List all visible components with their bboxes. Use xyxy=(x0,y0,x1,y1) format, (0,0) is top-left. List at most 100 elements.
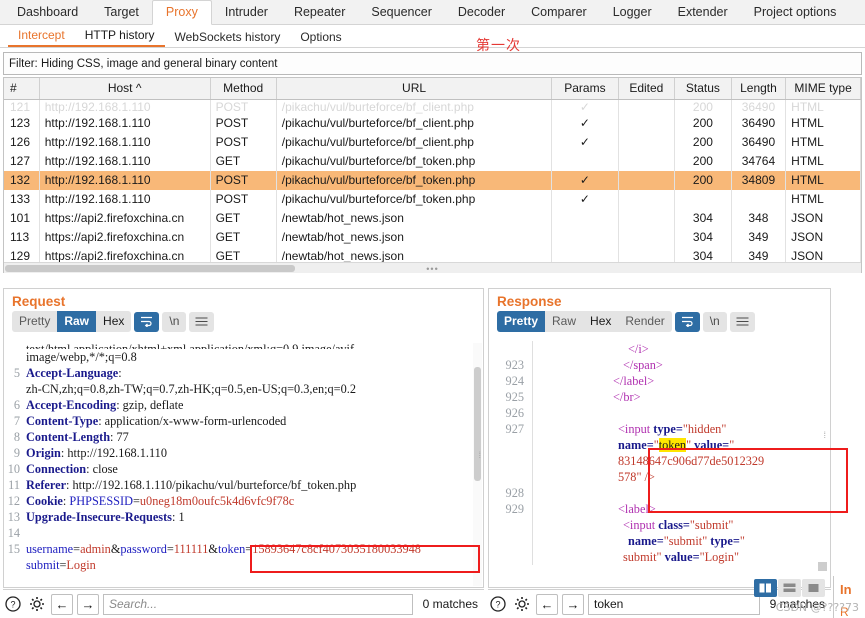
menu-icon[interactable] xyxy=(729,311,755,332)
help-icon[interactable]: ? xyxy=(488,594,508,614)
request-view-pretty[interactable]: Pretty xyxy=(12,311,58,332)
response-view-hex[interactable]: Hex xyxy=(583,311,619,332)
pane-resize-grip-icon[interactable]: ⁞ xyxy=(823,431,826,440)
response-view-tabs[interactable]: Pretty Raw Hex Render xyxy=(497,311,672,332)
menu-icon[interactable] xyxy=(189,311,215,332)
code-token: = xyxy=(132,494,140,508)
code-token: </label> xyxy=(613,374,655,388)
main-tab-repeater[interactable]: Repeater xyxy=(281,1,358,24)
main-tab-logger[interactable]: Logger xyxy=(600,1,665,24)
main-tab-dashboard[interactable]: Dashboard xyxy=(4,1,91,24)
sub-tab-websockets-history[interactable]: WebSockets history xyxy=(165,28,291,47)
request-vertical-scrollbar[interactable] xyxy=(473,343,482,586)
pane-resize-grip-icon[interactable]: ⁞ xyxy=(478,451,481,460)
search-next-button[interactable]: → xyxy=(562,593,584,615)
line-number: 10 xyxy=(7,462,20,476)
request-view-tabs[interactable]: Pretty Raw Hex xyxy=(12,311,132,332)
code-line: 929 <label> xyxy=(489,501,830,517)
line-number: 6 xyxy=(13,398,20,412)
table-row[interactable]: 127 http://192.168.1.110 GET/pikachu/vul/b… xyxy=(4,151,861,171)
response-scrollbar-thumb[interactable] xyxy=(818,562,827,571)
column-header-edited[interactable]: Edited xyxy=(618,78,676,100)
code-text: <label> xyxy=(543,501,656,517)
code-text xyxy=(543,485,546,501)
word-wrap-icon[interactable] xyxy=(134,311,160,332)
request-toolbar[interactable]: Pretty Raw Hex \n xyxy=(4,311,483,335)
resize-grip-icon[interactable]: ••• xyxy=(426,264,438,273)
line-number xyxy=(489,453,533,469)
table-row[interactable]: 133 http://192.168.1.110 POST/pikachu/vul/… xyxy=(4,189,861,209)
main-tab-target[interactable]: Target xyxy=(91,1,152,24)
gear-icon[interactable] xyxy=(27,594,47,614)
main-tab-proxy[interactable]: Proxy xyxy=(151,0,212,25)
split-horizontal-icon[interactable] xyxy=(778,579,801,597)
code-line: 6 Accept-Encoding: gzip, deflate xyxy=(4,397,483,413)
code-token: : xyxy=(118,366,122,380)
table-row[interactable]: 132 http://192.168.1.110 POST/pikachu/vul/… xyxy=(4,170,861,190)
table-row[interactable]: 123 http://192.168.1.110 POST/pikachu/vul/… xyxy=(4,113,861,133)
response-toolbar[interactable]: Pretty Raw Hex Render \n xyxy=(489,311,830,335)
main-tab-project-options[interactable]: Project options xyxy=(741,1,850,24)
request-search-input[interactable]: Search... xyxy=(103,593,413,615)
code-line: 13 Upgrade-Insecure-Requests: 1 xyxy=(4,509,483,525)
inspector-row[interactable]: R xyxy=(834,597,865,618)
split-vertical-icon[interactable] xyxy=(754,579,777,597)
sub-tab-options[interactable]: Options xyxy=(290,28,351,47)
table-row[interactable]: 113 https://api2.firefoxchina.cn GET/newta… xyxy=(4,227,861,247)
search-prev-button[interactable]: ← xyxy=(51,593,73,615)
cell-url: /pikachu/vul/burteforce/bf_client.php xyxy=(276,113,553,133)
cell-status: 200 xyxy=(674,99,732,114)
column-header-method[interactable]: Method xyxy=(210,78,277,100)
single-pane-icon[interactable] xyxy=(802,579,825,597)
code-token: 111111 xyxy=(173,542,209,556)
layout-toggle-group[interactable] xyxy=(754,579,825,597)
request-view-hex[interactable]: Hex xyxy=(96,311,132,332)
request-body[interactable]: text/html,application/xhtml+xml,applicat… xyxy=(4,341,483,587)
response-view-raw[interactable]: Raw xyxy=(545,311,584,332)
inspector-panel[interactable]: In RRRRR xyxy=(833,576,865,618)
http-history-table[interactable]: # Host ^ Method URL Params Edited Status Length… xyxy=(3,77,862,273)
response-body[interactable]: </i> 923 </span> 924 </label> 925 </br> 926 927… xyxy=(489,341,830,587)
column-header-[interactable]: # xyxy=(4,78,40,100)
code-token: submit xyxy=(26,558,60,572)
request-view-raw[interactable]: Raw xyxy=(57,311,97,332)
newline-icon[interactable]: \n xyxy=(162,311,187,332)
table-row[interactable]: 101 https://api2.firefoxchina.cn GET/newta… xyxy=(4,208,861,228)
scrollbar-thumb[interactable] xyxy=(474,367,481,481)
cell-url: /pikachu/vul/burteforce/bf_client.php xyxy=(276,99,553,114)
search-prev-button[interactable]: ← xyxy=(536,593,558,615)
table-row[interactable]: 126 http://192.168.1.110 POST/pikachu/vul/… xyxy=(4,132,861,152)
column-header-status[interactable]: Status xyxy=(674,78,732,100)
response-search-input[interactable]: token xyxy=(588,593,760,615)
column-header-params[interactable]: Params xyxy=(551,78,619,100)
column-header-url[interactable]: URL xyxy=(276,78,553,100)
request-clipped-line: text/html,application/xhtml+xml,applicat… xyxy=(26,342,358,349)
scrollbar-thumb[interactable] xyxy=(5,265,295,272)
main-tab-intruder[interactable]: Intruder xyxy=(212,1,281,24)
table-row[interactable]: 121 http://192.168.1.110 POST/pikachu/vul/… xyxy=(4,99,861,114)
main-tab-extender[interactable]: Extender xyxy=(665,1,741,24)
main-tab-comparer[interactable]: Comparer xyxy=(518,1,600,24)
response-view-pretty[interactable]: Pretty xyxy=(497,311,546,332)
help-icon[interactable]: ? xyxy=(3,594,23,614)
code-line: 927 <input type="hidden" xyxy=(489,421,830,437)
cell-params xyxy=(551,227,619,247)
column-header-host[interactable]: Host ^ xyxy=(39,78,211,100)
cell-host: http://192.168.1.110 xyxy=(39,151,211,171)
main-tab-decoder[interactable]: Decoder xyxy=(445,1,518,24)
column-header-length[interactable]: Length xyxy=(731,78,787,100)
word-wrap-icon[interactable] xyxy=(674,311,700,332)
sub-tab-intercept[interactable]: Intercept xyxy=(8,26,75,47)
search-next-button[interactable]: → xyxy=(77,593,99,615)
newline-icon[interactable]: \n xyxy=(702,311,727,332)
request-search-bar[interactable]: ? ← → Search... 0 matches xyxy=(3,589,484,618)
main-tab-sequencer[interactable]: Sequencer xyxy=(358,1,444,24)
response-view-render[interactable]: Render xyxy=(618,311,672,332)
gear-icon[interactable] xyxy=(512,594,532,614)
filter-bar[interactable]: Filter: Hiding CSS, image and general bi… xyxy=(3,52,862,75)
horizontal-scrollbar[interactable]: ••• xyxy=(4,262,861,273)
column-header-mimetype[interactable]: MIME type xyxy=(785,78,861,100)
code-token: type= xyxy=(710,534,740,548)
sub-tab-http-history[interactable]: HTTP history xyxy=(74,26,165,47)
